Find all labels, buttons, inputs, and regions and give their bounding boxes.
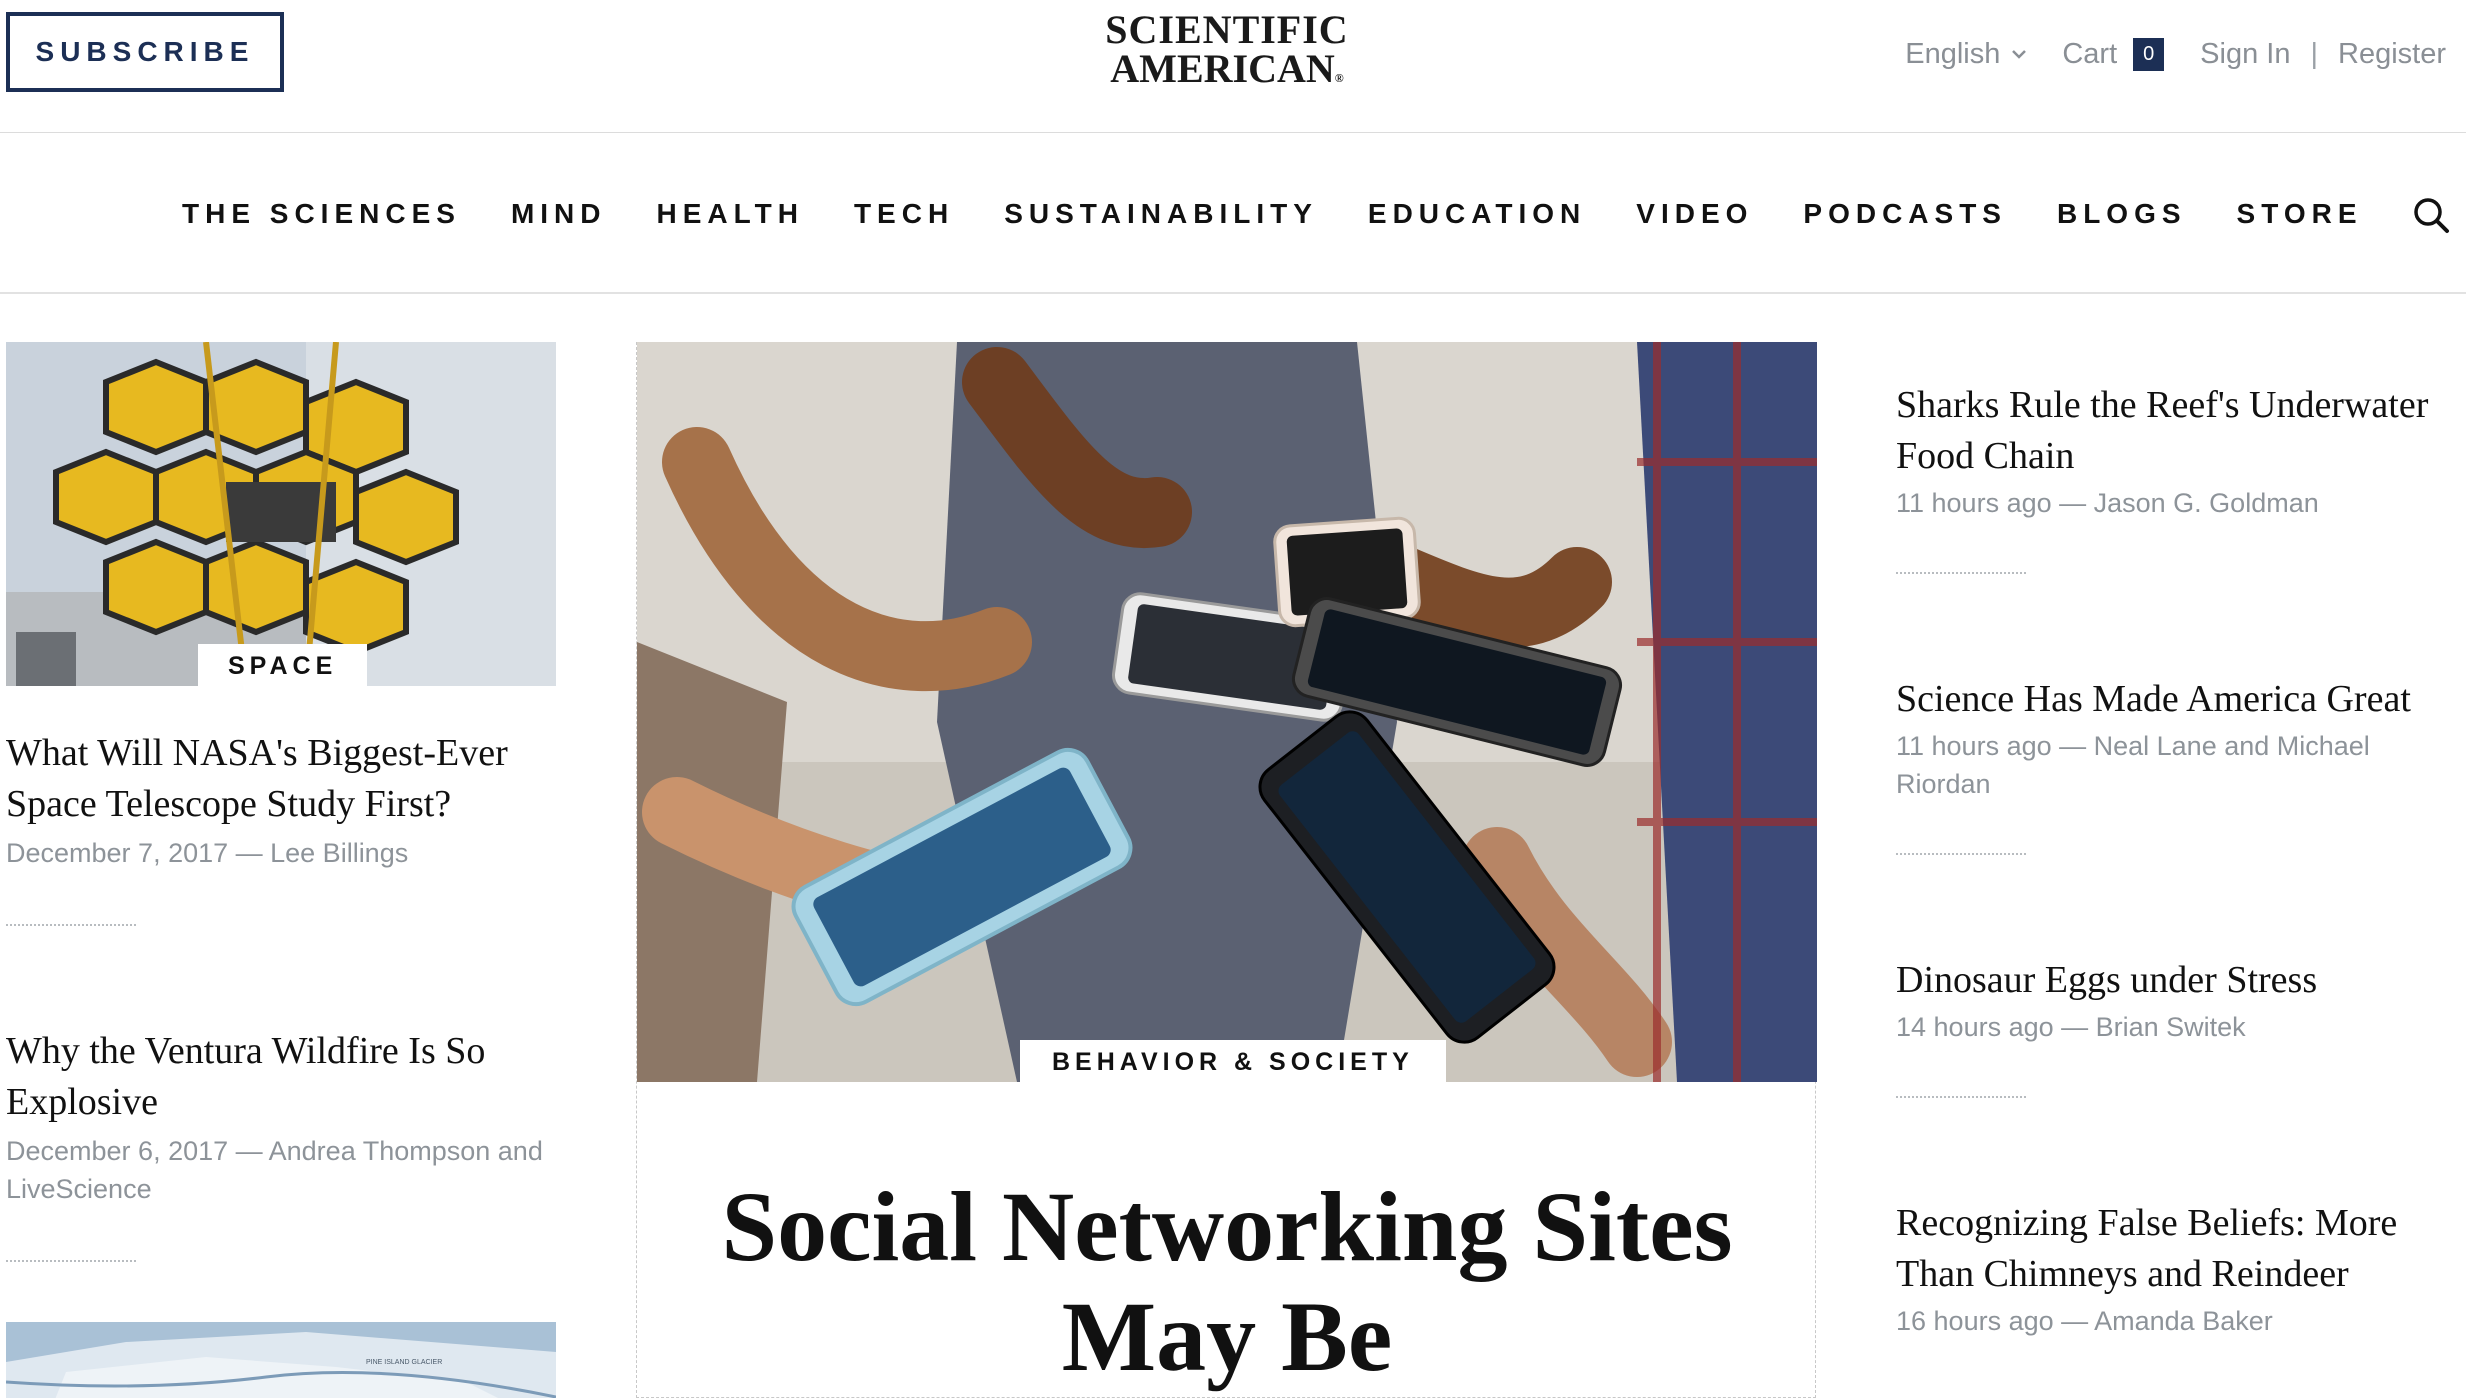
story-divider bbox=[6, 924, 136, 926]
cart-link[interactable]: Cart 0 bbox=[2062, 37, 2165, 71]
story-title[interactable]: What Will NASA's Biggest-Ever Space Tele… bbox=[6, 728, 556, 830]
story-meta: 11 hours ago — Jason G. Goldman bbox=[1896, 488, 2319, 518]
left-story-column: SPACE What Will NASA's Biggest-Ever Spac… bbox=[6, 342, 556, 1398]
story-divider bbox=[6, 1260, 136, 1262]
telescope-thumbnail[interactable]: SPACE bbox=[6, 342, 556, 686]
story-divider bbox=[1896, 853, 2026, 855]
nav-item-blogs[interactable]: BLOGS bbox=[2057, 198, 2187, 230]
nav-item-video[interactable]: VIDEO bbox=[1636, 198, 1753, 230]
nav-item-health[interactable]: HEALTH bbox=[656, 198, 803, 230]
left-story-2: Why the Ventura Wildfire Is So Explosive… bbox=[6, 1026, 556, 1208]
story-title[interactable]: Why the Ventura Wildfire Is So Explosive bbox=[6, 1026, 556, 1128]
story-meta: December 7, 2017 — Lee Billings bbox=[6, 838, 409, 868]
feature-story: BEHAVIOR & SOCIETY Social Networking Sit… bbox=[636, 342, 1817, 1398]
nav-item-mind[interactable]: MIND bbox=[511, 198, 607, 230]
feature-headline[interactable]: Social Networking Sites May Be bbox=[637, 1172, 1817, 1392]
story-title[interactable]: Sharks Rule the Reef's Underwater Food C… bbox=[1896, 380, 2446, 482]
story-meta: 14 hours ago — Brian Switek bbox=[1896, 1012, 2246, 1042]
nav-item-tech[interactable]: TECH bbox=[854, 198, 954, 230]
register-link[interactable]: Register bbox=[2338, 38, 2446, 71]
phones-in-circle-illustration bbox=[637, 342, 1817, 1082]
top-bar: SUBSCRIBE SCIENTIFIC AMERICAN® English C… bbox=[0, 0, 2466, 133]
story-meta: December 6, 2017 — Andrea Thompson and L… bbox=[6, 1136, 543, 1204]
category-tag[interactable]: BEHAVIOR & SOCIETY bbox=[1020, 1040, 1446, 1082]
telescope-illustration bbox=[6, 342, 556, 686]
nav-item-podcasts[interactable]: PODCASTS bbox=[1803, 198, 2007, 230]
nav-item-store[interactable]: STORE bbox=[2237, 198, 2363, 230]
logo-line-2-text: AMERICAN bbox=[1110, 46, 1335, 91]
map-label: PINE ISLAND GLACIER bbox=[366, 1359, 442, 1366]
logo-line-1: SCIENTIFIC bbox=[1105, 7, 1349, 52]
left-story-1: What Will NASA's Biggest-Ever Space Tele… bbox=[6, 728, 556, 872]
registered-mark: ® bbox=[1334, 71, 1344, 85]
cart-label: Cart bbox=[2062, 37, 2118, 70]
chevron-down-icon bbox=[2012, 50, 2027, 59]
story-title[interactable]: Science Has Made America Great bbox=[1896, 674, 2446, 725]
cart-count-badge: 0 bbox=[2133, 37, 2165, 71]
right-story-3: Dinosaur Eggs under Stress 14 hours ago … bbox=[1896, 955, 2446, 1046]
glacier-map-illustration: PINE ISLAND GLACIER bbox=[6, 1322, 556, 1398]
story-divider bbox=[1896, 1096, 2026, 1098]
nav-item-sustainability[interactable]: SUSTAINABILITY bbox=[1004, 198, 1318, 230]
glacier-thumbnail[interactable]: PINE ISLAND GLACIER bbox=[6, 1322, 556, 1398]
language-label: English bbox=[1905, 37, 2001, 70]
category-tag[interactable]: SPACE bbox=[198, 644, 368, 686]
story-meta: 16 hours ago — Amanda Baker bbox=[1896, 1306, 2273, 1336]
main-nav: THE SCIENCES MIND HEALTH TECH SUSTAINABI… bbox=[0, 134, 2466, 294]
search-icon[interactable] bbox=[2412, 196, 2450, 234]
nav-item-education[interactable]: EDUCATION bbox=[1368, 198, 1586, 230]
right-story-2: Science Has Made America Great 11 hours … bbox=[1896, 674, 2446, 803]
utility-links: English Cart 0 Sign In | Register bbox=[1905, 30, 2446, 78]
feature-image[interactable] bbox=[637, 342, 1817, 1082]
right-story-4: Recognizing False Beliefs: More Than Chi… bbox=[1896, 1198, 2446, 1340]
story-meta: 11 hours ago — Neal Lane and Michael Rio… bbox=[1896, 731, 2370, 799]
site-logo[interactable]: SCIENTIFIC AMERICAN® bbox=[1092, 10, 1362, 98]
story-title[interactable]: Dinosaur Eggs under Stress bbox=[1896, 955, 2446, 1006]
nav-item-the-sciences[interactable]: THE SCIENCES bbox=[182, 198, 461, 230]
language-selector[interactable]: English bbox=[1905, 38, 2028, 71]
sign-in-link[interactable]: Sign In bbox=[2200, 38, 2290, 71]
story-title[interactable]: Recognizing False Beliefs: More Than Chi… bbox=[1896, 1198, 2446, 1300]
subscribe-button[interactable]: SUBSCRIBE bbox=[6, 12, 284, 92]
story-divider bbox=[1896, 572, 2026, 574]
right-story-1: Sharks Rule the Reef's Underwater Food C… bbox=[1896, 380, 2446, 522]
link-separator: | bbox=[2310, 37, 2318, 70]
right-story-column: Sharks Rule the Reef's Underwater Food C… bbox=[1896, 380, 2436, 1340]
nav-items: THE SCIENCES MIND HEALTH TECH SUSTAINABI… bbox=[182, 134, 2413, 294]
logo-line-2: AMERICAN® bbox=[1092, 49, 1362, 98]
